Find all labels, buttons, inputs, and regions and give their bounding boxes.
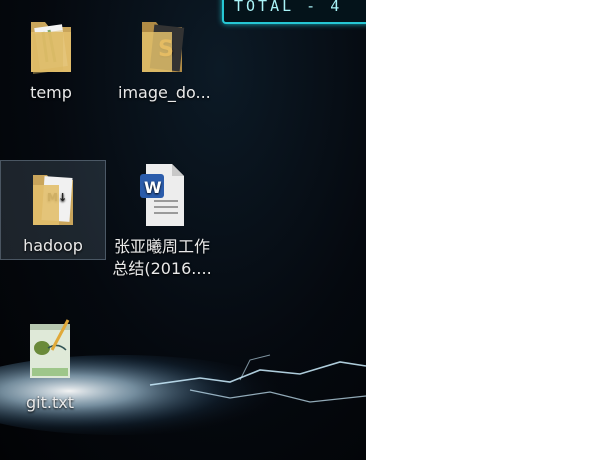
desktop-icon-work-summary[interactable]: W 张亚曦周工作 总结(2016.... bbox=[104, 160, 220, 280]
folder-icon: M↓ bbox=[33, 175, 73, 225]
icon-label-line2: 总结(2016.... bbox=[112, 259, 212, 278]
desktop-icon-hadoop[interactable]: M↓ hadoop bbox=[0, 160, 106, 260]
icon-label: temp bbox=[30, 83, 72, 102]
word-document-icon: W bbox=[140, 164, 184, 226]
folder-icon: S bbox=[142, 22, 185, 72]
desktop: TOTAL - 4 temp S bbox=[0, 0, 366, 460]
desktop-icon-temp[interactable]: temp bbox=[7, 8, 95, 104]
icon-label: image_do... bbox=[118, 83, 211, 102]
desktop-icon-image-do[interactable]: S image_do... bbox=[118, 8, 211, 104]
notepad-file-icon bbox=[30, 319, 70, 378]
desktop-icon-git-txt[interactable]: git.txt bbox=[6, 318, 94, 414]
svg-text:W: W bbox=[144, 178, 162, 197]
icon-label: hadoop bbox=[23, 236, 83, 255]
overlay-text: TOTAL - 4 bbox=[234, 0, 343, 15]
overlay-widget: TOTAL - 4 bbox=[222, 0, 366, 24]
icon-label: git.txt bbox=[26, 393, 74, 412]
icon-label-line1: 张亚曦周工作 bbox=[113, 237, 210, 256]
folder-icon bbox=[31, 22, 71, 74]
